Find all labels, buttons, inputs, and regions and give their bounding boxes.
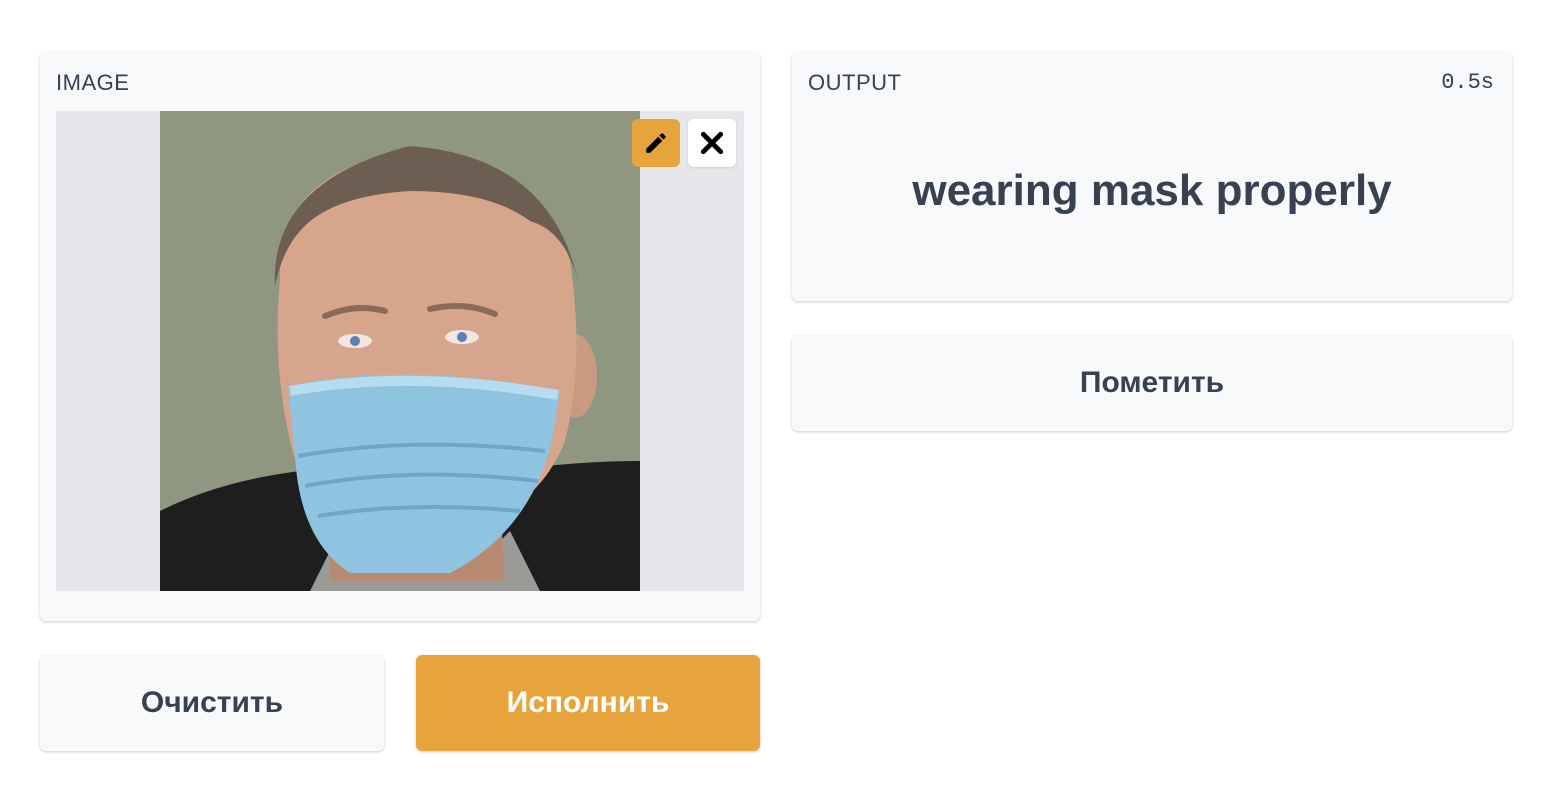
uploaded-photo bbox=[160, 111, 640, 591]
image-input-panel: IMAGE bbox=[40, 51, 760, 621]
prediction-label: wearing mask properly bbox=[912, 166, 1392, 215]
image-preview-area[interactable] bbox=[56, 111, 744, 591]
inference-time: 0.5s bbox=[1441, 70, 1494, 95]
app-root: IMAGE OUTPUT 0.5s wearing mask properly … bbox=[0, 0, 1542, 790]
image-panel-label: IMAGE bbox=[56, 70, 130, 95]
flag-button[interactable]: Пометить bbox=[792, 335, 1512, 431]
pencil-icon[interactable] bbox=[632, 119, 680, 167]
close-icon[interactable] bbox=[688, 119, 736, 167]
submit-button[interactable]: Исполнить bbox=[416, 655, 760, 751]
output-panel-label: OUTPUT bbox=[808, 70, 902, 95]
clear-button[interactable]: Очистить bbox=[40, 655, 384, 751]
output-panel: OUTPUT 0.5s wearing mask properly bbox=[792, 51, 1512, 301]
